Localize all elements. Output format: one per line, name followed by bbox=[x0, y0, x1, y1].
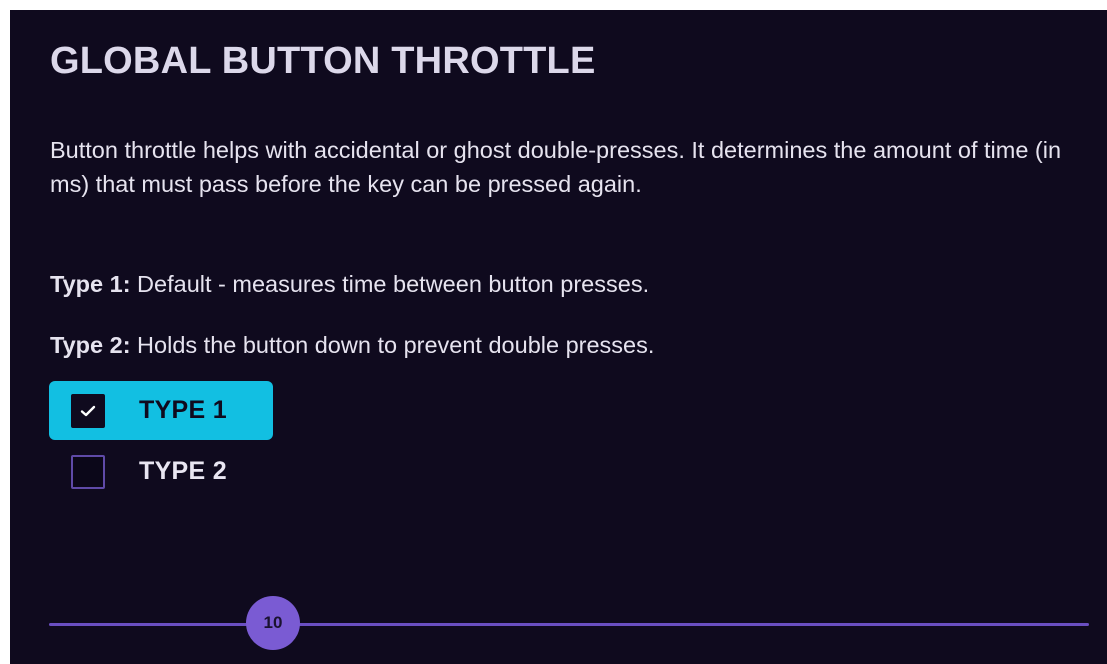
throttle-panel: GLOBAL BUTTON THROTTLE Button throttle h… bbox=[10, 10, 1107, 664]
type2-info-text: Holds the button down to prevent double … bbox=[130, 332, 655, 358]
check-icon bbox=[80, 405, 96, 416]
slider-value: 10 bbox=[263, 613, 283, 632]
type2-checkbox[interactable] bbox=[71, 454, 105, 489]
type2-info-label: Type 2: bbox=[50, 332, 131, 358]
type1-info-label: Type 1: bbox=[50, 271, 131, 297]
type1-label: TYPE 1 bbox=[139, 396, 227, 424]
panel-title: GLOBAL BUTTON THROTTLE bbox=[50, 40, 596, 82]
type2-label: TYPE 2 bbox=[139, 457, 227, 485]
description-text: Button throttle helps with accidental or… bbox=[50, 137, 1062, 197]
type1-checkbox[interactable] bbox=[71, 393, 105, 428]
throttle-slider-thumb[interactable]: 10 bbox=[246, 596, 300, 650]
type1-info: Type 1: Default - measures time between … bbox=[50, 269, 649, 299]
type1-info-text: Default - measures time between button p… bbox=[130, 271, 650, 297]
throttle-slider-track[interactable] bbox=[49, 623, 1089, 626]
option-type2[interactable]: TYPE 2 bbox=[49, 442, 273, 501]
type2-info: Type 2: Holds the button down to prevent… bbox=[50, 330, 654, 360]
option-type1[interactable]: TYPE 1 bbox=[49, 381, 273, 440]
